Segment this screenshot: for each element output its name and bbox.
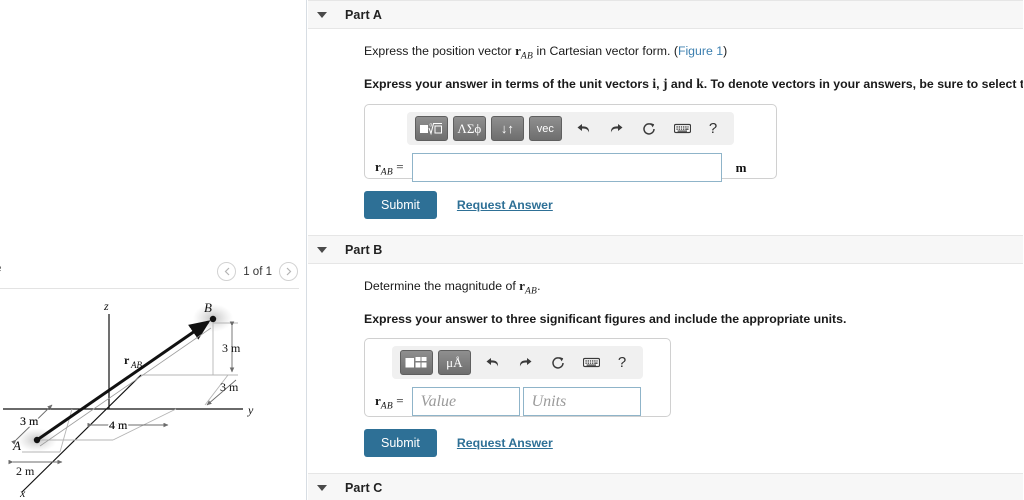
part-b-prompt-subscript: AB [524,286,538,297]
keyboard-icon[interactable] [673,123,691,134]
part-b-answer-box: μÅ ? rAB = Value Units [364,338,671,418]
figure-next-button[interactable] [279,262,298,281]
template-units-button[interactable] [399,350,433,376]
unit-vector-k: k [696,76,704,92]
part-b-prompt: Determine the magnitude of rAB. [364,277,1024,298]
part-a-body: Express the position vector rAB in Carte… [308,42,1024,220]
vector-sublabel-ab: AB [130,360,142,370]
part-b-prompt-pre: Determine the magnitude of [364,279,520,294]
page-root: e 1 of 1 [0,0,1024,500]
dim-label-3m-diagonal: 3 m [220,380,239,394]
vector-label-rab: r [124,353,130,367]
point-label-a: A [12,438,21,453]
part-a-eq-sign: = [393,158,404,174]
svg-text:4 m: 4 m [109,418,128,432]
axis-label-z: z [103,299,109,313]
part-b-units-input[interactable] [522,387,641,417]
part-b-header[interactable]: Part B [308,235,1024,265]
figure-divider [0,288,299,289]
template-sqrt-button[interactable]: 0 [414,116,448,142]
content-panel: Part A Express the position vector rAB i… [308,0,1024,500]
part-a-header[interactable]: Part A [308,0,1024,29]
part-a-instruction-comma: , [656,77,663,92]
dim-label-3m-vertical: 3 m [222,341,241,355]
part-a-answer-row: rAB = m [365,153,776,183]
vec-button[interactable]: vec [528,116,562,142]
part-a-prompt-post: ) [723,44,728,58]
part-b-eq-subscript: AB [380,401,393,412]
part-a-prompt-mid: in Cartesian vector form. ( [533,44,678,58]
part-a-instruction-post: . To denote vectors in your answers, be … [703,77,1024,92]
undo-icon[interactable] [485,356,500,369]
figure-pager-label: 1 of 1 [243,265,272,278]
part-b-request-answer-link[interactable]: Request Answer [457,436,553,450]
part-b-body: Determine the magnitude of rAB. Express … [308,277,1024,458]
svg-text:3 m: 3 m [20,414,39,428]
figure-panel-title: e [0,260,1,275]
part-b-answer-row: rAB = [365,387,670,417]
greek-letters-label: ΛΣϕ [457,120,482,136]
reset-icon[interactable] [642,122,656,136]
part-a-unit-label: m [735,159,747,175]
part-b-submit-button[interactable]: Submit [364,429,437,458]
part-a-instruction: Express your answer in terms of the unit… [364,75,1024,93]
units-mu-angstrom-label: μÅ [446,354,463,370]
physics-diagram[interactable]: z y x B A r AB 3 m 3 m 4 m 4 m 3 m 3 m 2… [0,292,306,500]
part-b-instruction: Express your answer to three significant… [364,311,847,326]
sort-arrows-label: ↓↑ [500,121,514,137]
part-b-title: Part B [345,242,383,257]
part-b-eq-sign: = [393,392,404,408]
vec-button-label: vec [536,122,554,135]
axis-label-x: x [19,486,26,500]
template-units-icon [405,357,427,368]
point-a-dot [33,436,41,444]
part-a-title: Part A [345,7,382,22]
part-a-prompt-pre: Express the position vector [364,44,516,58]
caret-down-icon[interactable] [317,484,327,491]
part-b-math-toolbar: μÅ ? [391,346,644,380]
part-b-prompt-post: . [537,279,541,294]
part-c-title: Part C [345,480,383,495]
help-icon[interactable]: ? [709,120,717,137]
part-a-answer-input[interactable] [411,153,722,183]
help-icon[interactable]: ? [618,354,626,371]
part-a-instruction-pre: Express your answer in terms of the unit… [364,77,653,92]
units-mu-angstrom-button[interactable]: μÅ [437,350,471,376]
reset-icon[interactable] [551,356,565,370]
part-a-submit-row: Submit Request Answer [364,191,1024,220]
chevron-left-icon [224,267,230,276]
keyboard-icon[interactable] [582,357,600,368]
chevron-right-icon [286,267,291,276]
figure-prev-button[interactable] [217,262,237,281]
part-b-equation-label: rAB = [375,393,404,412]
point-label-b: B [204,300,212,315]
part-a-math-toolbar: 0 ΛΣϕ ↓↑ vec ? [406,112,735,146]
part-a-prompt-subscript: AB [520,51,534,62]
dim-label-2m: 2 m [16,464,35,478]
part-b-submit-row: Submit Request Answer [364,429,1024,458]
undo-icon[interactable] [576,122,591,135]
figure-pager: 1 of 1 [217,262,298,281]
point-b-dot [209,315,217,323]
part-c-header[interactable]: Part C [308,473,1024,500]
axis-label-y: y [247,403,254,417]
part-a-prompt: Express the position vector rAB in Carte… [364,42,1024,63]
caret-down-icon[interactable] [317,11,327,18]
part-a-equation-label: rAB = [375,159,404,178]
part-b-value-input[interactable] [411,387,520,417]
part-a-answer-box: 0 ΛΣϕ ↓↑ vec ? rAB = m [364,104,777,183]
greek-letters-button[interactable]: ΛΣϕ [452,116,486,142]
figure-panel: e 1 of 1 [0,0,307,500]
template-sqrt-icon: 0 [420,123,443,136]
diagram-svg: z y x B A r AB 3 m 3 m 4 m 4 m 3 m 3 m 2… [3,299,254,500]
figure-1-link[interactable]: Figure 1 [678,44,723,58]
part-a-eq-subscript: AB [380,167,393,178]
caret-down-icon[interactable] [317,246,327,253]
redo-icon[interactable] [518,356,533,369]
part-a-submit-button[interactable]: Submit [364,191,437,220]
part-a-instruction-and: and [667,77,697,92]
part-a-request-answer-link[interactable]: Request Answer [457,198,553,212]
redo-icon[interactable] [609,122,624,135]
sort-arrows-button[interactable]: ↓↑ [490,116,524,142]
